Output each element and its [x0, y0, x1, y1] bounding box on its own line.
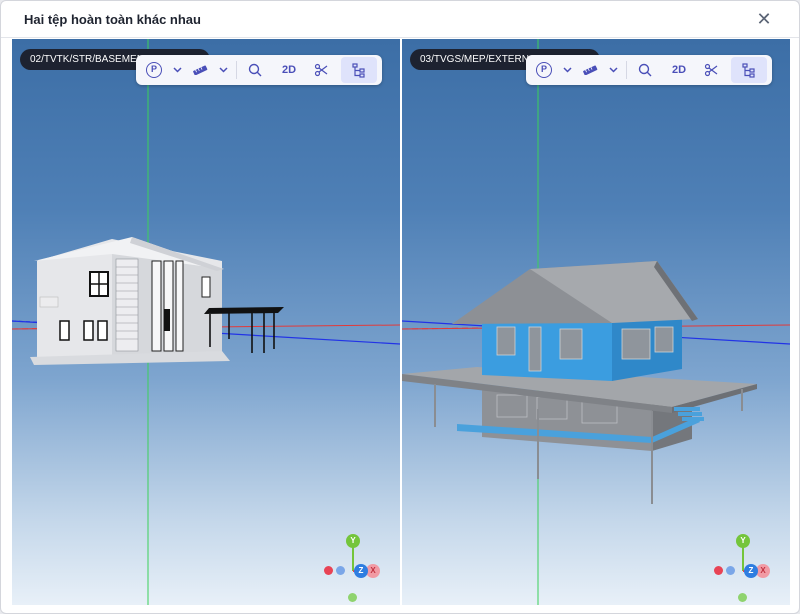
toolbar-divider: [626, 61, 627, 79]
scissors-icon: [704, 63, 718, 77]
section-button[interactable]: [307, 57, 335, 83]
y-axis-handle[interactable]: Y: [346, 534, 360, 548]
view-2d-button[interactable]: 2D: [665, 57, 693, 83]
toolbar-divider: [236, 61, 237, 79]
axis-gizmo[interactable]: Y X Z: [320, 529, 390, 605]
projection-icon: P: [536, 62, 552, 78]
viewer-left[interactable]: 02/TVTK/STR/BASEMENT P 2D Y X Z: [12, 39, 400, 605]
viewer-right[interactable]: 03/TVGS/MEP/EXTERNAL P 2D Y X Z: [402, 39, 790, 605]
zoom-icon: [248, 63, 262, 77]
model-tree-button[interactable]: [341, 57, 377, 83]
zoom-button[interactable]: [241, 57, 269, 83]
ruler-icon: [193, 65, 208, 75]
ruler-icon: [583, 65, 598, 75]
3d-scene-blue-house[interactable]: [402, 39, 790, 605]
section-button[interactable]: [697, 57, 725, 83]
axis-gizmo[interactable]: Y X Z: [710, 529, 780, 605]
chevron-down-icon[interactable]: [604, 57, 622, 83]
dialog-title: Hai tệp hoàn toàn khác nhau: [24, 12, 201, 27]
projection-button[interactable]: P: [140, 57, 168, 83]
x-axis-negative-handle[interactable]: [324, 566, 333, 575]
z-axis-handle[interactable]: Z: [744, 564, 758, 578]
chevron-down-icon[interactable]: [168, 57, 186, 83]
y-axis-handle[interactable]: Y: [736, 534, 750, 548]
zoom-button[interactable]: [631, 57, 659, 83]
x-axis-handle[interactable]: X: [756, 564, 770, 578]
close-icon[interactable]: ✕: [755, 10, 773, 28]
y-axis-negative-handle[interactable]: [738, 593, 747, 602]
model-tree-button[interactable]: [731, 57, 767, 83]
z-axis-negative-handle[interactable]: [726, 566, 735, 575]
chevron-down-icon[interactable]: [558, 57, 576, 83]
z-axis-handle[interactable]: Z: [354, 564, 368, 578]
viewer-toolbar: P 2D: [526, 55, 772, 85]
scissors-icon: [314, 63, 328, 77]
y-axis-negative-handle[interactable]: [348, 593, 357, 602]
measure-button[interactable]: [576, 57, 604, 83]
projection-icon: P: [146, 62, 162, 78]
projection-button[interactable]: P: [530, 57, 558, 83]
x-axis-negative-handle[interactable]: [714, 566, 723, 575]
z-axis-negative-handle[interactable]: [336, 566, 345, 575]
measure-button[interactable]: [186, 57, 214, 83]
3d-scene-white-house[interactable]: [12, 39, 400, 605]
model-tree-icon: [352, 62, 365, 78]
viewer-toolbar: P 2D: [136, 55, 382, 85]
chevron-down-icon[interactable]: [214, 57, 232, 83]
model-tree-icon: [742, 62, 755, 78]
zoom-icon: [638, 63, 652, 77]
x-axis-handle[interactable]: X: [366, 564, 380, 578]
compare-dialog: Hai tệp hoàn toàn khác nhau ✕ 02/TVTK/ST…: [0, 0, 800, 614]
view-2d-button[interactable]: 2D: [275, 57, 303, 83]
dialog-header: Hai tệp hoàn toàn khác nhau ✕: [1, 1, 799, 38]
